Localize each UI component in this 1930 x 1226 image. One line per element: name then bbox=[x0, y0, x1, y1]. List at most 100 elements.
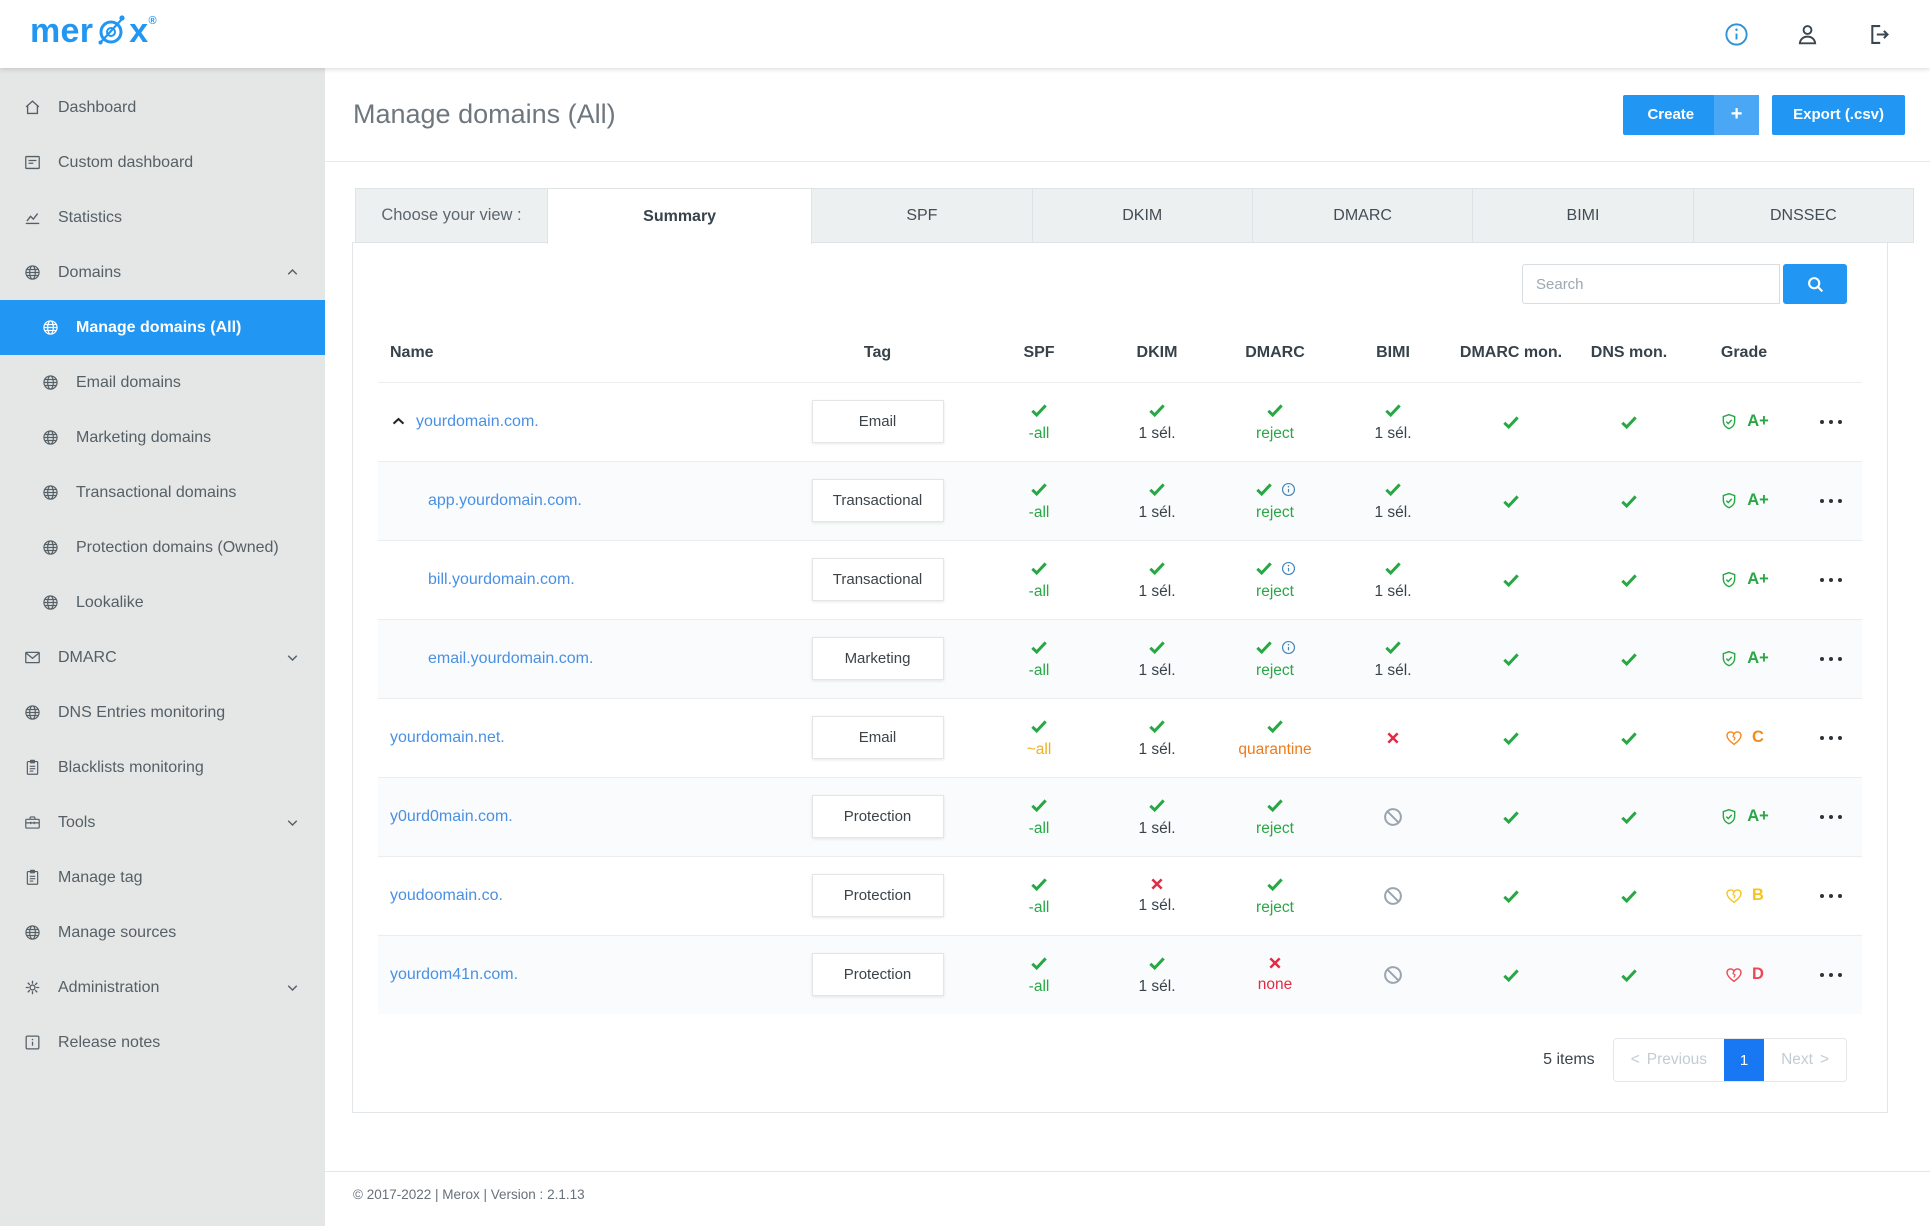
status-label: -all bbox=[1028, 583, 1050, 601]
create-button[interactable]: Create + bbox=[1623, 94, 1760, 135]
status-label: 1 sél. bbox=[1374, 583, 1412, 601]
row-menu-button[interactable] bbox=[1814, 880, 1848, 911]
domain-link[interactable]: yourdomain.com. bbox=[416, 413, 539, 431]
dkim-cell: 1 sél. bbox=[1098, 934, 1216, 1015]
menu-cell bbox=[1800, 539, 1862, 620]
row-menu-button[interactable] bbox=[1814, 801, 1848, 832]
domain-link[interactable]: bill.yourdomain.com. bbox=[428, 571, 575, 589]
table-row: email.yourdomain.com. Marketing -all 1 s… bbox=[378, 618, 1862, 699]
tab-bimi[interactable]: BIMI bbox=[1472, 188, 1694, 243]
sidebar-item-marketing-domains[interactable]: Marketing domains bbox=[0, 410, 325, 465]
spf-cell: -all bbox=[980, 934, 1098, 1015]
dkim-cell: 1 sél. bbox=[1098, 855, 1216, 936]
check-icon bbox=[1619, 807, 1639, 827]
sidebar-item-protection-domains-owned[interactable]: Protection domains (Owned) bbox=[0, 520, 325, 575]
sidebar-item-lookalike[interactable]: Lookalike bbox=[0, 575, 325, 630]
status-label: 1 sél. bbox=[1138, 741, 1176, 759]
tag-cell: Protection bbox=[775, 855, 980, 936]
status-label: reject bbox=[1256, 425, 1294, 443]
dmarc-cell: reject bbox=[1216, 539, 1334, 620]
collapse-chevron-icon[interactable] bbox=[390, 413, 407, 430]
row-menu-button[interactable] bbox=[1814, 643, 1848, 674]
grade-letter: A+ bbox=[1747, 412, 1769, 431]
row-menu-button[interactable] bbox=[1814, 722, 1848, 753]
domain-link[interactable]: email.yourdomain.com. bbox=[428, 650, 593, 668]
column-header-grade: Grade bbox=[1720, 344, 1768, 361]
sidebar-item-tools[interactable]: Tools bbox=[0, 795, 325, 850]
name-cell: app.yourdomain.com. bbox=[378, 460, 775, 541]
items-count: 5 items bbox=[1543, 1051, 1595, 1069]
x-icon bbox=[1385, 730, 1401, 746]
footer-copyright: © 2017-2022 | Merox | Version : 2.1.13 bbox=[325, 1171, 1930, 1226]
next-page-button[interactable]: Next > bbox=[1764, 1039, 1846, 1082]
table-row: yourdomain.net. Email ~all 1 sél. quaran… bbox=[378, 697, 1862, 778]
domain-link[interactable]: yourdomain.net. bbox=[390, 729, 505, 747]
dkim-cell: 1 sél. bbox=[1098, 381, 1216, 462]
status-label: reject bbox=[1256, 583, 1294, 601]
tag-badge: Protection bbox=[811, 874, 944, 918]
sidebar-item-dns-entries-monitoring[interactable]: DNS Entries monitoring bbox=[0, 685, 325, 740]
grade-letter: B bbox=[1752, 886, 1764, 905]
search-button[interactable] bbox=[1783, 264, 1847, 304]
bimi-cell bbox=[1334, 855, 1452, 936]
sidebar-item-blacklists-monitoring[interactable]: Blacklists monitoring bbox=[0, 740, 325, 795]
sidebar-item-manage-domains-all[interactable]: Manage domains (All) bbox=[0, 300, 325, 355]
name-cell: bill.yourdomain.com. bbox=[378, 539, 775, 620]
tag-cell: Transactional bbox=[775, 460, 980, 541]
tag-badge: Transactional bbox=[811, 479, 944, 523]
merox-logo[interactable]: mer x ® bbox=[30, 14, 157, 54]
tab-dnssec[interactable]: DNSSEC bbox=[1692, 188, 1915, 243]
logout-icon[interactable] bbox=[1865, 21, 1892, 48]
tab-dkim[interactable]: DKIM bbox=[1031, 188, 1253, 243]
sidebar-item-dashboard[interactable]: Dashboard bbox=[0, 80, 325, 135]
row-menu-button[interactable] bbox=[1814, 406, 1848, 437]
sidebar-item-statistics[interactable]: Statistics bbox=[0, 190, 325, 245]
tag-cell: Email bbox=[775, 697, 980, 778]
tab-dmarc[interactable]: DMARC bbox=[1251, 188, 1474, 243]
check-icon bbox=[1147, 479, 1167, 499]
tag-badge: Marketing bbox=[811, 637, 944, 681]
sidebar-item-manage-tag[interactable]: Manage tag bbox=[0, 850, 325, 905]
sidebar-item-dmarc[interactable]: DMARC bbox=[0, 630, 325, 685]
sidebar-item-administration[interactable]: Administration bbox=[0, 960, 325, 1015]
dkim-cell: 1 sél. bbox=[1098, 460, 1216, 541]
table-row: yourdom41n.com. Protection -all 1 sél. n… bbox=[378, 934, 1862, 1015]
dmarc-mon-cell bbox=[1452, 855, 1570, 936]
sidebar-item-email-domains[interactable]: Email domains bbox=[0, 355, 325, 410]
sidebar-item-transactional-domains[interactable]: Transactional domains bbox=[0, 465, 325, 520]
tab-summary[interactable]: Summary bbox=[547, 188, 813, 244]
domain-link[interactable]: app.yourdomain.com. bbox=[428, 492, 582, 510]
status-label: none bbox=[1257, 976, 1293, 994]
sidebar-item-domains[interactable]: Domains bbox=[0, 245, 325, 300]
export-csv-button[interactable]: Export (.csv) bbox=[1772, 94, 1905, 135]
grade-letter: D bbox=[1752, 965, 1764, 984]
domain-link[interactable]: yourdom41n.com. bbox=[390, 966, 518, 984]
domain-link[interactable]: youdoomain.co. bbox=[390, 887, 503, 905]
user-icon[interactable] bbox=[1794, 21, 1821, 48]
status-label: reject bbox=[1256, 662, 1294, 680]
sidebar-item-manage-sources[interactable]: Manage sources bbox=[0, 905, 325, 960]
dns-mon-cell bbox=[1570, 618, 1688, 699]
sidebar-item-release-notes[interactable]: Release notes bbox=[0, 1015, 325, 1070]
status-label: ~all bbox=[1026, 741, 1052, 759]
sidebar-item-custom-dashboard[interactable]: Custom dashboard bbox=[0, 135, 325, 190]
next-label: Next bbox=[1781, 1051, 1813, 1069]
previous-page-button[interactable]: < Previous bbox=[1613, 1039, 1725, 1082]
status-label: 1 sél. bbox=[1138, 583, 1176, 601]
spf-cell: ~all bbox=[980, 697, 1098, 778]
domain-link[interactable]: y0urd0main.com. bbox=[390, 808, 513, 826]
info-circle-icon[interactable] bbox=[1723, 21, 1750, 48]
row-menu-button[interactable] bbox=[1814, 564, 1848, 595]
check-icon bbox=[1029, 558, 1049, 578]
check-icon bbox=[1147, 953, 1167, 973]
row-menu-button[interactable] bbox=[1814, 485, 1848, 516]
row-menu-button[interactable] bbox=[1814, 959, 1848, 990]
tag-badge: Transactional bbox=[811, 558, 944, 602]
check-icon bbox=[1029, 637, 1049, 657]
current-page-button[interactable]: 1 bbox=[1724, 1039, 1765, 1082]
menu-cell bbox=[1800, 618, 1862, 699]
tab-spf[interactable]: SPF bbox=[811, 188, 1033, 243]
logo-registered-mark: ® bbox=[148, 15, 157, 27]
check-icon bbox=[1619, 649, 1639, 669]
search-input[interactable] bbox=[1522, 264, 1780, 304]
